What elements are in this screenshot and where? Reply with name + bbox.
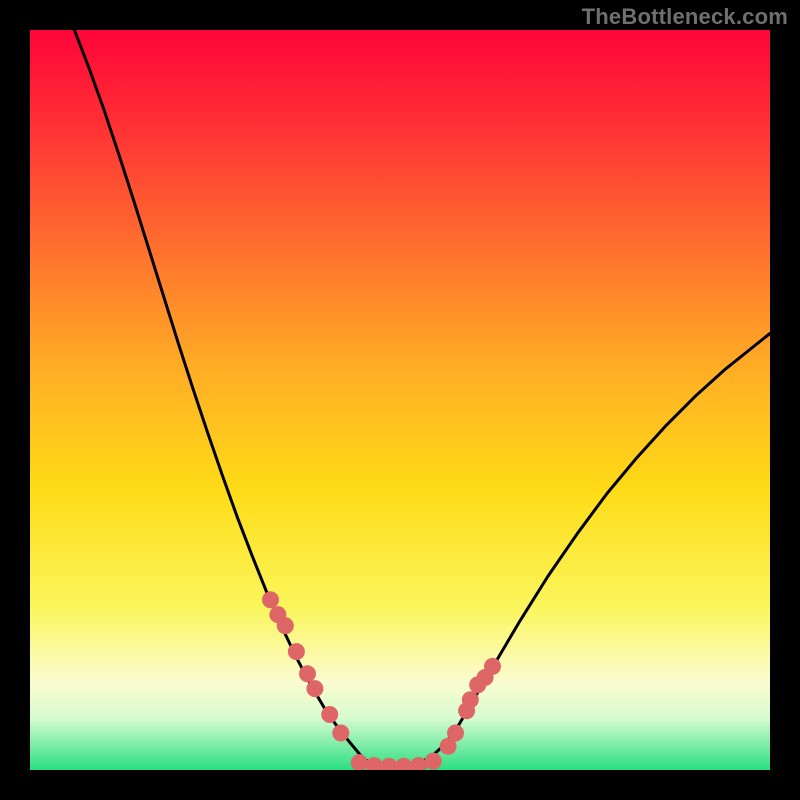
watermark-text: TheBottleneck.com (582, 4, 788, 30)
gradient-background (30, 30, 770, 770)
data-marker (332, 725, 349, 742)
chart-container: TheBottleneck.com (0, 0, 800, 800)
data-marker (321, 706, 338, 723)
data-marker (484, 658, 501, 675)
data-marker (262, 591, 279, 608)
data-marker (447, 725, 464, 742)
data-marker (299, 665, 316, 682)
data-marker (277, 617, 294, 634)
chart-plot (30, 30, 770, 770)
data-marker (306, 680, 323, 697)
data-marker (288, 643, 305, 660)
data-marker (462, 691, 479, 708)
data-marker (425, 753, 442, 770)
